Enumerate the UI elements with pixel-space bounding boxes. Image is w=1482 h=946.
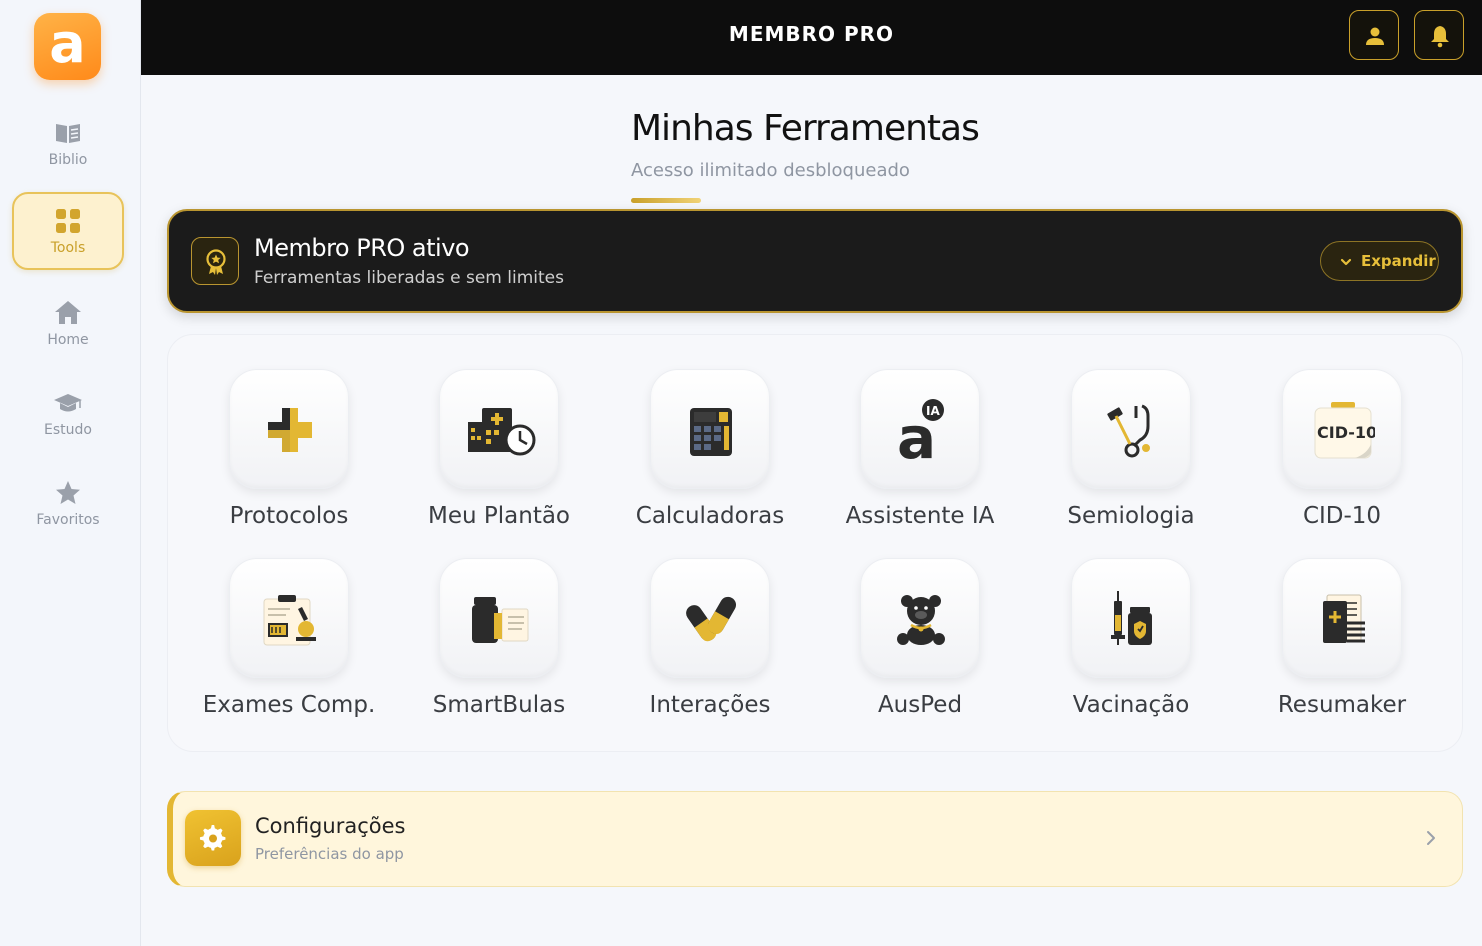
tool-label: Interações bbox=[649, 692, 771, 718]
title-underline bbox=[631, 198, 701, 203]
pro-badge bbox=[191, 237, 239, 285]
tool-tile bbox=[229, 369, 349, 489]
tool-tile bbox=[650, 558, 770, 678]
pro-banner-subtitle: Ferramentas liberadas e sem limites bbox=[254, 268, 564, 288]
medicine-bottle-icon bbox=[472, 597, 529, 643]
syringe-vial-icon bbox=[1111, 591, 1152, 645]
tool-tile bbox=[439, 369, 559, 489]
notifications-button[interactable] bbox=[1414, 10, 1464, 60]
tool-label: Protocolos bbox=[229, 503, 349, 529]
tool-label: Resumaker bbox=[1277, 692, 1407, 718]
tool-tile bbox=[1071, 558, 1191, 678]
tool-label: CID-10 bbox=[1302, 503, 1382, 529]
profile-button[interactable] bbox=[1349, 10, 1399, 60]
teddy-bear-icon bbox=[897, 595, 945, 645]
tool-assistente-ia[interactable]: a IA Assistente IA bbox=[820, 369, 1020, 539]
expand-button[interactable]: Expandir bbox=[1320, 241, 1439, 281]
bell-icon bbox=[1431, 26, 1449, 48]
topbar: MEMBRO PRO bbox=[141, 0, 1482, 75]
tool-ausped[interactable]: AusPed bbox=[820, 558, 1020, 728]
tool-tile bbox=[439, 558, 559, 678]
settings-subtitle: Preferências do app bbox=[255, 845, 404, 863]
tool-meu-plantao[interactable]: Meu Plantão bbox=[399, 369, 599, 539]
tool-interacoes[interactable]: Interações bbox=[610, 558, 810, 728]
grid-icon bbox=[56, 209, 80, 233]
sidebar-item-estudo[interactable]: Estudo bbox=[12, 374, 124, 452]
tool-label: Assistente IA bbox=[845, 503, 995, 529]
settings-title: Configurações bbox=[255, 814, 406, 838]
award-badge-icon bbox=[206, 249, 226, 275]
capsules-icon bbox=[686, 596, 736, 642]
ai-assistant-icon: a IA bbox=[897, 399, 944, 460]
tool-label: Calculadoras bbox=[635, 503, 785, 529]
medical-cross-icon bbox=[268, 408, 312, 452]
topbar-title: MEMBRO PRO bbox=[728, 22, 895, 46]
lab-clipboard-icon bbox=[263, 595, 316, 646]
sidebar-item-biblio[interactable]: Biblio bbox=[12, 104, 124, 182]
book-icon bbox=[56, 124, 80, 143]
page-subtitle: Acesso ilimitado desbloqueado bbox=[631, 160, 910, 181]
tool-label: Vacinação bbox=[1072, 692, 1190, 718]
tool-cid-10[interactable]: CID-10 CID-10 bbox=[1242, 369, 1442, 539]
notebook-icon bbox=[1323, 594, 1365, 643]
sidebar: a Biblio Tools Home Estudo Favoritos bbox=[0, 0, 141, 946]
calculator-icon bbox=[690, 408, 732, 456]
sidebar-item-label: Favoritos bbox=[36, 512, 100, 528]
tool-tile bbox=[1071, 369, 1191, 489]
star-icon bbox=[56, 481, 80, 504]
settings-card[interactable]: Configurações Preferências do app bbox=[167, 791, 1463, 887]
app-logo[interactable]: a bbox=[34, 13, 101, 80]
tool-semiologia[interactable]: Semiologia bbox=[1031, 369, 1231, 539]
tool-label: Meu Plantão bbox=[428, 503, 570, 529]
tool-tile bbox=[1282, 558, 1402, 678]
hospital-clock-icon bbox=[468, 408, 536, 456]
sidebar-item-label: Estudo bbox=[44, 422, 92, 438]
tool-label: Semiologia bbox=[1067, 503, 1195, 529]
tool-label: SmartBulas bbox=[432, 692, 566, 718]
sidebar-item-tools[interactable]: Tools bbox=[12, 192, 124, 270]
stethoscope-icon bbox=[1107, 404, 1150, 458]
pro-status-banner: Membro PRO ativo Ferramentas liberadas e… bbox=[167, 209, 1463, 313]
tool-label: Exames Comp. bbox=[202, 692, 376, 718]
tool-resumaker[interactable]: Resumaker bbox=[1242, 558, 1442, 728]
chevron-right-icon bbox=[1427, 831, 1435, 845]
tool-tile bbox=[650, 369, 770, 489]
page-title: Minhas Ferramentas bbox=[631, 108, 980, 149]
cid-badge-text: CID-10 bbox=[1317, 423, 1375, 442]
sidebar-item-label: Home bbox=[47, 332, 89, 348]
sidebar-item-label: Tools bbox=[50, 240, 86, 256]
settings-icon-tile bbox=[185, 810, 241, 866]
ai-badge-text: IA bbox=[926, 404, 940, 418]
cid-clipboard-icon: CID-10 bbox=[1314, 402, 1375, 459]
tool-protocolos[interactable]: Protocolos bbox=[189, 369, 389, 539]
tool-tile bbox=[860, 558, 980, 678]
sidebar-item-label: Biblio bbox=[48, 152, 88, 168]
tool-smartbulas[interactable]: SmartBulas bbox=[399, 558, 599, 728]
gear-icon bbox=[199, 824, 226, 851]
user-icon bbox=[1366, 27, 1384, 45]
tool-tile: CID-10 bbox=[1282, 369, 1402, 489]
tool-tile: a IA bbox=[860, 369, 980, 489]
tool-tile bbox=[229, 558, 349, 678]
tool-calculadoras[interactable]: Calculadoras bbox=[610, 369, 810, 539]
expand-button-label: Expandir bbox=[1361, 252, 1436, 270]
home-icon bbox=[55, 301, 81, 324]
tool-label: AusPed bbox=[877, 692, 963, 718]
graduation-cap-icon bbox=[54, 394, 82, 412]
sidebar-item-home[interactable]: Home bbox=[12, 284, 124, 362]
tool-exames-comp[interactable]: Exames Comp. bbox=[189, 558, 389, 728]
pro-banner-title: Membro PRO ativo bbox=[254, 234, 470, 262]
chevron-down-icon bbox=[1340, 258, 1352, 266]
tools-grid: Protocolos Meu Plantão Calculadoras a IA… bbox=[167, 334, 1463, 752]
sidebar-item-favoritos[interactable]: Favoritos bbox=[12, 464, 124, 542]
tool-vacinacao[interactable]: Vacinação bbox=[1031, 558, 1231, 728]
